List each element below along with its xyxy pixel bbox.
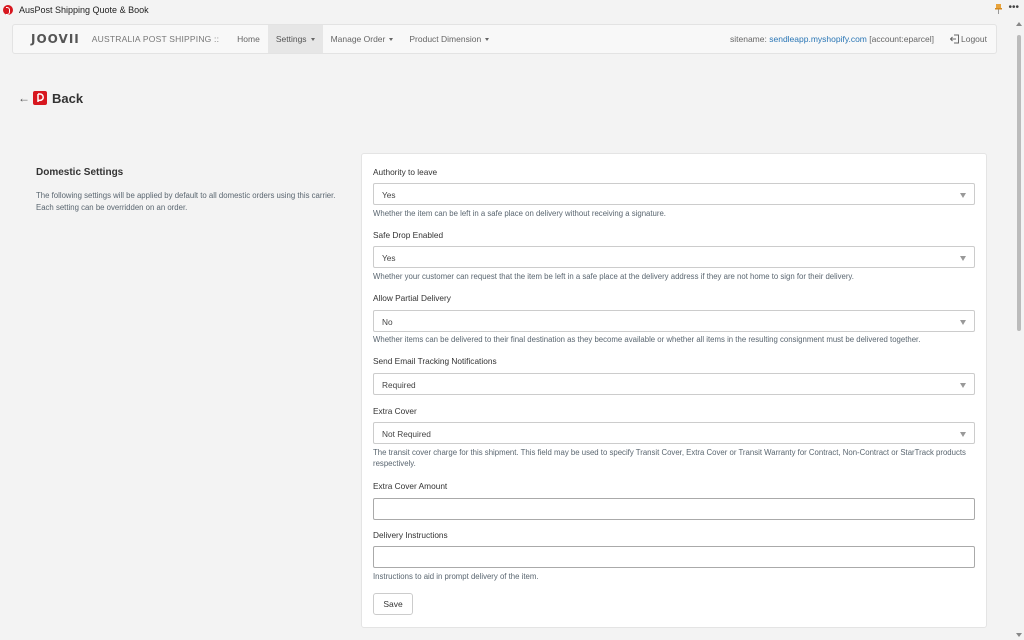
caret-down-icon (485, 37, 490, 41)
logout-icon (950, 34, 959, 44)
nav-home[interactable]: Home (229, 25, 268, 53)
authority-to-leave-select[interactable]: Yes (373, 183, 975, 205)
app-name: AUSTRALIA POST SHIPPING :: (91, 34, 220, 44)
safe-drop-help: Whether your customer can request that t… (373, 272, 854, 281)
select-arrow-icon (960, 193, 966, 198)
window-title: AusPost Shipping Quote & Book (19, 4, 149, 15)
scroll-thumb[interactable] (1017, 35, 1021, 331)
account-label: [account:eparcel] (869, 34, 934, 44)
nav-settings-label: Settings (275, 34, 307, 44)
select-arrow-icon (960, 320, 966, 325)
extra-cover-label: Extra Cover (373, 406, 417, 416)
arrow-left-icon: ← (18, 91, 30, 105)
partial-delivery-select[interactable]: No (373, 310, 975, 332)
nav-home-label: Home (237, 34, 260, 44)
nav-product-dimension-label: Product Dimension (409, 34, 482, 44)
safe-drop-label: Safe Drop Enabled (373, 230, 444, 240)
select-value: Required (382, 380, 416, 390)
window-titlebar: AusPost Shipping Quote & Book ••• (0, 0, 1024, 19)
scroll-up-icon[interactable] (1016, 22, 1022, 26)
extra-cover-select[interactable]: Not Required (373, 422, 975, 444)
authority-to-leave-label: Authority to leave (373, 167, 438, 177)
more-options-icon[interactable]: ••• (1008, 2, 1019, 13)
logout-button[interactable]: Logout (950, 34, 987, 44)
save-button[interactable]: Save (373, 593, 413, 615)
select-arrow-icon (960, 432, 966, 437)
section-description: The following settings will be applied b… (36, 191, 336, 212)
nav-settings-dropdown[interactable]: Settings (267, 25, 323, 53)
partial-delivery-label: Allow Partial Delivery (373, 293, 451, 303)
sitename-link[interactable]: sendleapp.myshopify.com (769, 34, 867, 44)
caret-down-icon (310, 37, 315, 41)
partial-delivery-help: Whether items can be delivered to their … (373, 335, 921, 344)
delivery-instructions-help: Instructions to aid in prompt delivery o… (373, 572, 539, 581)
nav-manage-order-label: Manage Order (330, 34, 386, 44)
email-tracking-select[interactable]: Required (373, 373, 975, 395)
extra-cover-help: The transit cover charge for this shipme… (373, 448, 966, 468)
logout-label: Logout (961, 34, 987, 44)
back-link[interactable]: ← Back (18, 90, 83, 106)
select-arrow-icon (960, 383, 966, 388)
email-tracking-label: Send Email Tracking Notifications (373, 356, 497, 366)
nav-product-dimension-dropdown[interactable]: Product Dimension (401, 25, 497, 53)
safe-drop-select[interactable]: Yes (373, 246, 975, 268)
settings-form-panel: Authority to leave Yes Whether the item … (361, 153, 987, 628)
navbar-right: sitename: sendleapp.myshopify.com [accou… (730, 25, 996, 53)
pin-icon[interactable] (995, 4, 1002, 14)
authority-to-leave-help: Whether the item can be left in a safe p… (373, 209, 666, 218)
select-value: No (382, 317, 393, 327)
extra-cover-amount-input[interactable] (373, 498, 975, 520)
select-arrow-icon (960, 256, 966, 261)
select-value: Not Required (382, 429, 431, 439)
nav-manage-order-dropdown[interactable]: Manage Order (323, 25, 402, 53)
delivery-instructions-label: Delivery Instructions (373, 530, 448, 540)
top-navbar: JOOVII AUSTRALIA POST SHIPPING :: Home S… (12, 24, 997, 54)
sitename-label: sitename: (730, 34, 767, 44)
caret-down-icon (389, 37, 394, 41)
select-value: Yes (382, 190, 396, 200)
joovii-logo: JOOVII (31, 32, 80, 46)
auspost-logo-icon (3, 4, 13, 15)
scroll-down-icon[interactable] (1016, 633, 1022, 637)
select-value: Yes (382, 253, 396, 263)
section-title: Domestic Settings (36, 167, 124, 178)
delivery-instructions-input[interactable] (373, 546, 975, 568)
brand[interactable]: JOOVII AUSTRALIA POST SHIPPING :: (31, 25, 219, 53)
extra-cover-amount-label: Extra Cover Amount (373, 481, 448, 491)
page-scrollbar[interactable] (1014, 19, 1024, 640)
back-label: Back (52, 90, 84, 106)
sitename-info: sitename: sendleapp.myshopify.com [accou… (730, 34, 934, 44)
auspost-logo-icon (33, 91, 47, 105)
